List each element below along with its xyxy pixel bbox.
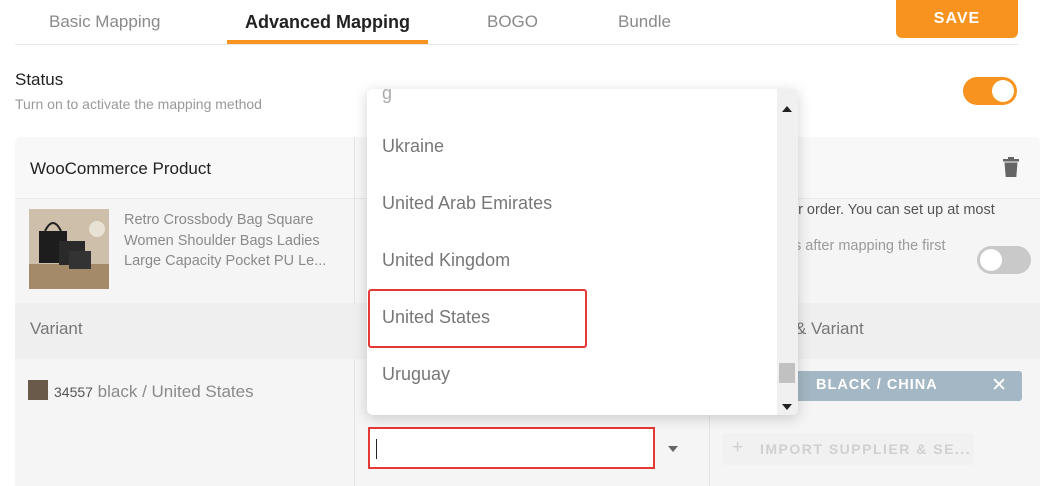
save-button[interactable]: SAVE bbox=[896, 0, 1018, 38]
country-dropdown: g Ukraine United Arab Emirates United Ki… bbox=[367, 89, 798, 415]
variant-sku: 34557 bbox=[54, 384, 93, 400]
scroll-thumb[interactable] bbox=[779, 363, 795, 383]
mapping-tabs: Basic Mapping Advanced Mapping BOGO Bund… bbox=[15, 0, 1018, 45]
variant-row: 34557 black / United States bbox=[28, 380, 254, 402]
chip-label: BLACK / CHINA bbox=[816, 377, 938, 393]
tab-basic-mapping[interactable]: Basic Mapping bbox=[49, 12, 161, 32]
supplier-variant-header: & Variant bbox=[795, 319, 864, 338]
dropdown-option[interactable]: United Arab Emirates bbox=[382, 193, 552, 214]
product-title: Retro Crossbody Bag Square Women Shoulde… bbox=[124, 212, 327, 269]
tab-advanced-mapping[interactable]: Advanced Mapping bbox=[245, 12, 410, 33]
dropdown-scrollbar[interactable] bbox=[777, 89, 798, 415]
toggle-knob bbox=[980, 249, 1002, 271]
mapping-info-text: ur order. You can set up at most bbox=[790, 202, 995, 218]
trash-icon[interactable] bbox=[1003, 157, 1019, 177]
status-subtitle: Turn on to activate the mapping method bbox=[15, 96, 262, 112]
tab-bogo[interactable]: BOGO bbox=[487, 12, 538, 32]
dropdown-option[interactable]: Ukraine bbox=[382, 136, 444, 157]
active-tab-indicator bbox=[227, 40, 428, 44]
country-select-input[interactable] bbox=[368, 427, 655, 469]
product-image bbox=[29, 209, 109, 289]
dropdown-option[interactable]: United Kingdom bbox=[382, 250, 510, 271]
scroll-down-icon[interactable] bbox=[782, 404, 792, 410]
secondary-toggle[interactable] bbox=[977, 246, 1031, 274]
variant-thumbnail bbox=[28, 380, 48, 400]
import-supplier-label: IMPORT SUPPLIER & SE... bbox=[760, 441, 972, 457]
dropdown-option-partial[interactable]: g bbox=[382, 89, 392, 104]
dropdown-option[interactable]: Uruguay bbox=[382, 364, 450, 385]
text-caret bbox=[376, 439, 377, 459]
mapping-option-text: ts after mapping the first bbox=[790, 238, 946, 254]
scroll-up-icon[interactable] bbox=[782, 106, 792, 112]
plus-icon: + bbox=[732, 437, 745, 458]
variant-header: Variant bbox=[30, 319, 83, 338]
status-toggle[interactable] bbox=[963, 77, 1017, 105]
status-title: Status bbox=[15, 70, 64, 89]
close-icon[interactable]: ✕ bbox=[991, 374, 1008, 397]
woocommerce-product-title: WooCommerce Product bbox=[30, 159, 212, 178]
variant-label: black / United States bbox=[97, 382, 254, 401]
selection-highlight bbox=[368, 289, 587, 348]
toggle-knob bbox=[992, 80, 1014, 102]
chevron-down-icon[interactable] bbox=[668, 446, 678, 452]
tab-bundle[interactable]: Bundle bbox=[618, 12, 671, 32]
import-supplier-button[interactable]: + IMPORT SUPPLIER & SE... bbox=[722, 433, 974, 465]
